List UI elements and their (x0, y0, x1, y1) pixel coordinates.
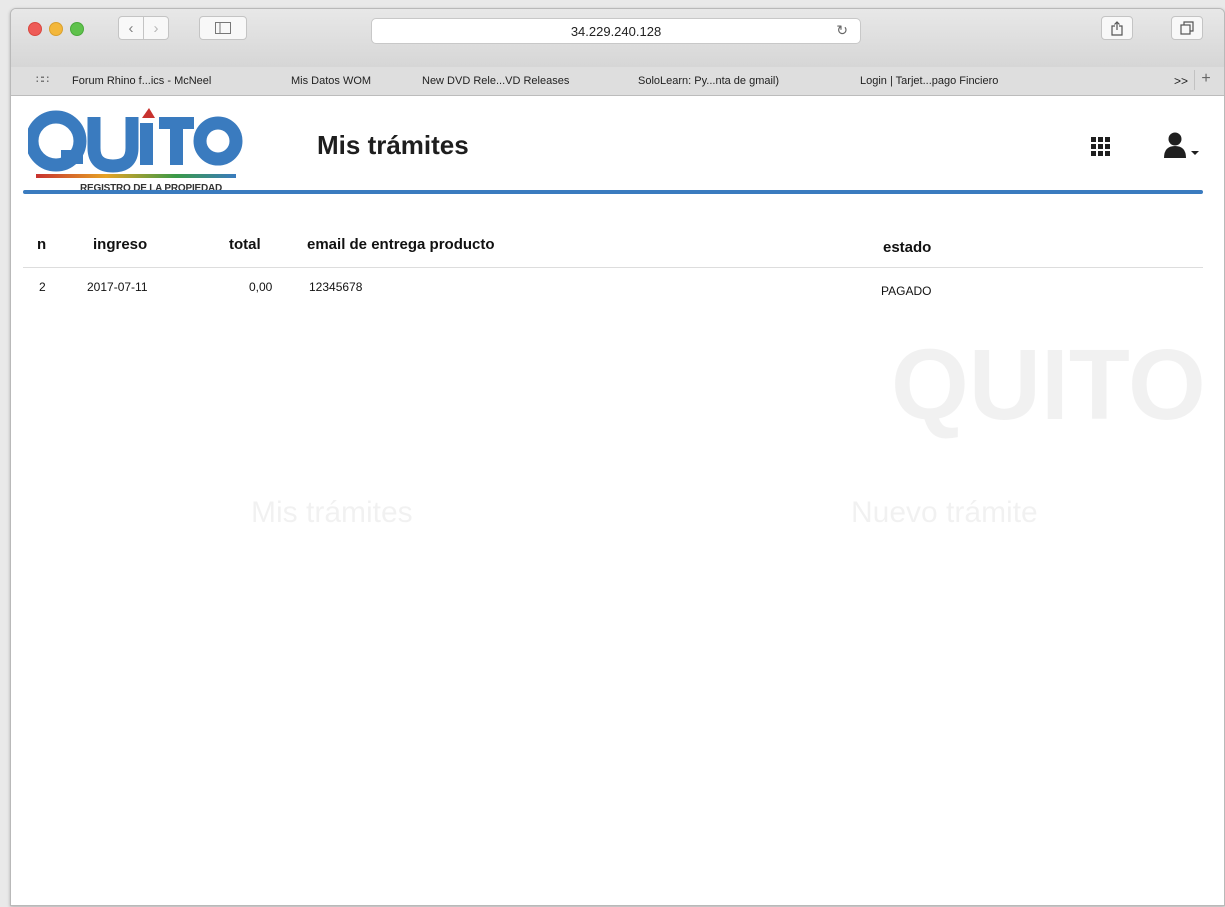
minimize-window-button[interactable] (49, 22, 63, 36)
bookmark-item[interactable]: Forum Rhino f...ics - McNeel (72, 75, 211, 87)
bookmark-item[interactable]: Mis Datos WOM (291, 75, 371, 87)
tabs-icon (1180, 21, 1194, 35)
reload-icon[interactable]: ↻ (836, 22, 848, 39)
bookmarks-bar: ∷∷ Forum Rhino f...ics - McNeel Mis Dato… (11, 67, 1224, 96)
ghost-heading: Nuevo trámite (851, 496, 1038, 529)
chevron-left-icon: ‹ (128, 19, 134, 37)
cell-n: 2 (39, 280, 46, 294)
cell-ingreso: 2017-07-11 (87, 280, 148, 294)
new-tab-button[interactable]: + (1194, 70, 1217, 90)
quito-logo[interactable]: REGISTRO DE LA PROPIEDAD (28, 106, 243, 201)
sidebar-toggle-button[interactable] (199, 16, 247, 40)
show-tabs-button[interactable] (1171, 16, 1203, 40)
share-icon (1111, 20, 1123, 36)
apps-grid-icon[interactable] (1091, 137, 1111, 157)
page-title: Mis trámites (317, 130, 469, 160)
address-text: 34.229.240.128 (570, 24, 662, 39)
user-icon (1164, 132, 1199, 158)
sidebar-icon (215, 22, 231, 34)
cell-email: 12345678 (309, 280, 363, 294)
zoom-window-button[interactable] (70, 22, 84, 36)
ghost-heading: Mis trámites (251, 496, 413, 529)
back-button[interactable]: ‹ (118, 16, 144, 40)
chevron-right-icon: › (153, 19, 159, 37)
cell-total: 0,00 (249, 280, 273, 294)
column-header-estado: estado (883, 239, 932, 256)
bookmark-item[interactable]: New DVD Rele...VD Releases (422, 75, 569, 87)
bookmark-item[interactable]: SoloLearn: Py...nta de gmail) (638, 75, 779, 87)
column-header-ingreso: ingreso (93, 236, 148, 253)
table-header-divider (23, 267, 1203, 268)
bookmark-item[interactable]: Login | Tarjet...pago Finciero (860, 75, 998, 87)
page-content: QUITO Nuevo trámite Mis trámites REGISTR… (11, 96, 1224, 905)
header-divider (23, 190, 1203, 194)
cell-estado: PAGADO (881, 284, 932, 298)
browser-window: ‹ › 34.229.240.128 ↻ ∷∷ Forum Rhino f...… (10, 8, 1225, 906)
logo-graphic (28, 108, 243, 178)
share-button[interactable] (1101, 16, 1133, 40)
address-bar[interactable]: 34.229.240.128 ↻ (371, 18, 861, 44)
column-header-total: total (229, 236, 261, 253)
ghost-logo: QUITO (891, 329, 1206, 441)
browser-toolbar: ‹ › 34.229.240.128 ↻ (11, 9, 1224, 67)
close-window-button[interactable] (28, 22, 42, 36)
user-menu-button[interactable] (1163, 131, 1203, 159)
column-header-email: email de entrega producto (307, 236, 495, 253)
column-header-n: n (37, 236, 47, 253)
forward-button[interactable]: › (143, 16, 169, 40)
more-bookmarks-button[interactable]: >> (1174, 74, 1188, 88)
top-sites-icon[interactable]: ∷∷ (36, 73, 49, 86)
